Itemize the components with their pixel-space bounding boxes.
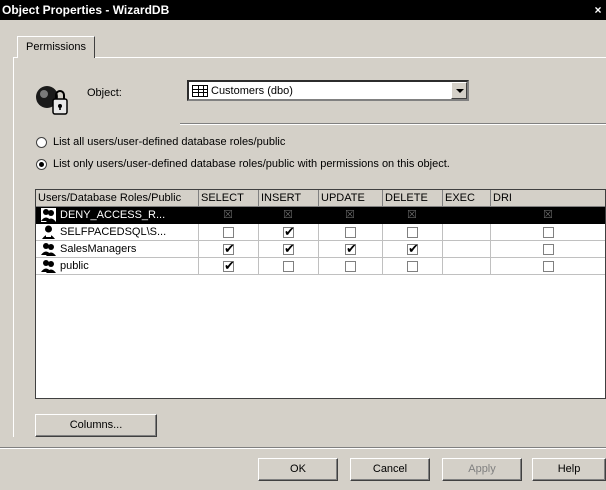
apply-button[interactable]: Apply: [442, 458, 522, 481]
tab-permissions[interactable]: Permissions: [17, 36, 95, 58]
role-icon: [41, 260, 56, 273]
window-title: Object Properties - WizardDB: [2, 3, 170, 17]
checkbox[interactable]: [407, 227, 418, 238]
deny-checkbox[interactable]: [283, 207, 294, 223]
perm-cell-select[interactable]: [199, 224, 259, 241]
user-cell: DENY_ACCESS_R...: [36, 207, 199, 224]
checkbox[interactable]: [543, 244, 554, 255]
perm-cell-delete[interactable]: [383, 224, 443, 241]
perm-cell-delete[interactable]: [383, 241, 443, 258]
perm-cell-insert[interactable]: [259, 224, 319, 241]
deny-checkbox[interactable]: [543, 207, 554, 223]
cancel-button[interactable]: Cancel: [350, 458, 430, 481]
perm-cell-update[interactable]: [319, 241, 383, 258]
user-cell: SELFPACEDSQL\S...: [36, 224, 199, 241]
column-header-select[interactable]: SELECT: [199, 190, 259, 207]
column-header-exec[interactable]: EXEC: [443, 190, 491, 207]
permissions-grid[interactable]: Users/Database Roles/Public SELECT INSER…: [35, 189, 606, 399]
checkbox[interactable]: [407, 241, 419, 257]
column-header-delete[interactable]: DELETE: [383, 190, 443, 207]
close-icon[interactable]: ×: [592, 0, 604, 20]
perm-cell-update[interactable]: [319, 258, 383, 275]
checkbox[interactable]: [543, 261, 554, 272]
option-list-only[interactable]: List only users/user-defined database ro…: [36, 156, 450, 172]
perm-cell-exec: [443, 207, 491, 224]
perm-cell-exec: [443, 241, 491, 258]
perm-cell-update[interactable]: [319, 224, 383, 241]
checkbox[interactable]: [223, 258, 235, 274]
perm-cell-exec: [443, 224, 491, 241]
checkbox[interactable]: [283, 261, 294, 272]
perm-cell-update[interactable]: [319, 207, 383, 224]
perm-cell-insert[interactable]: [259, 207, 319, 224]
column-header-update[interactable]: UPDATE: [319, 190, 383, 207]
table-row[interactable]: SalesManagers: [36, 241, 605, 258]
checkbox[interactable]: [223, 227, 234, 238]
checkbox[interactable]: [543, 227, 554, 238]
help-button[interactable]: Help: [532, 458, 606, 481]
deny-checkbox[interactable]: [223, 207, 234, 223]
role-icon: [41, 243, 56, 256]
perm-cell-select[interactable]: [199, 241, 259, 258]
checkbox[interactable]: [283, 241, 295, 257]
table-row[interactable]: public: [36, 258, 605, 275]
role-icon: [41, 208, 56, 222]
separator: [180, 123, 606, 125]
perm-cell-insert[interactable]: [259, 241, 319, 258]
separator: [0, 447, 606, 449]
user-cell: public: [36, 258, 199, 275]
column-header-dri[interactable]: DRI: [491, 190, 605, 207]
user-name: SELFPACEDSQL\S...: [60, 226, 167, 238]
perm-cell-select[interactable]: [199, 207, 259, 224]
title-bar: Object Properties - WizardDB ×: [0, 0, 606, 20]
column-header-users[interactable]: Users/Database Roles/Public: [36, 190, 199, 207]
radio-list-all[interactable]: [36, 136, 47, 148]
column-header-insert[interactable]: INSERT: [259, 190, 319, 207]
table-row[interactable]: SELFPACEDSQL\S...: [36, 224, 605, 241]
checkbox[interactable]: [283, 224, 295, 240]
checkbox[interactable]: [407, 261, 418, 272]
deny-checkbox[interactable]: [345, 207, 356, 223]
perm-cell-select[interactable]: [199, 258, 259, 275]
option-list-all-label: List all users/user-defined database rol…: [53, 136, 286, 148]
object-select[interactable]: Customers (dbo): [187, 80, 469, 101]
perm-cell-dri[interactable]: [491, 241, 605, 258]
table-icon: [192, 85, 208, 97]
option-list-only-label: List only users/user-defined database ro…: [53, 158, 450, 170]
object-properties-window: Object Properties - WizardDB × Permissio…: [0, 0, 606, 490]
columns-button[interactable]: Columns...: [35, 414, 157, 437]
table-row[interactable]: DENY_ACCESS_R...: [36, 207, 605, 224]
user-icon: [42, 225, 55, 239]
checkbox[interactable]: [345, 227, 356, 238]
checkbox[interactable]: [223, 241, 235, 257]
ok-button[interactable]: OK: [258, 458, 338, 481]
perm-cell-exec: [443, 258, 491, 275]
object-select-value: Customers (dbo): [211, 85, 293, 97]
checkbox[interactable]: [345, 261, 356, 272]
perm-cell-dri[interactable]: [491, 224, 605, 241]
perm-cell-insert[interactable]: [259, 258, 319, 275]
user-name: public: [60, 260, 89, 272]
table-object-icon: [36, 86, 68, 115]
option-list-all[interactable]: List all users/user-defined database rol…: [36, 134, 285, 150]
deny-checkbox[interactable]: [407, 207, 418, 223]
checkbox[interactable]: [345, 241, 357, 257]
radio-list-only[interactable]: [36, 158, 47, 170]
perm-cell-delete[interactable]: [383, 207, 443, 224]
perm-cell-dri[interactable]: [491, 258, 605, 275]
user-cell: SalesManagers: [36, 241, 199, 258]
user-name: DENY_ACCESS_R...: [60, 209, 166, 221]
perm-cell-delete[interactable]: [383, 258, 443, 275]
perm-cell-dri[interactable]: [491, 207, 605, 224]
user-name: SalesManagers: [60, 243, 137, 255]
chevron-down-icon[interactable]: [451, 82, 467, 99]
object-label: Object:: [87, 87, 122, 99]
